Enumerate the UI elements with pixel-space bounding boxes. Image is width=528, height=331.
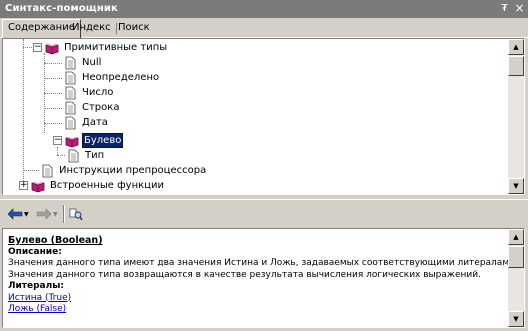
tree-node-label: Null [82,57,102,68]
tree-node-label: Строка [82,102,120,113]
toolbar-separator [63,205,65,223]
tree-node-string[interactable]: Строка [63,100,121,115]
book-open-icon [45,43,59,54]
tree-node-primitive-types[interactable]: Примитивные типы [45,40,169,55]
topic-heading: Булево (Boolean) [8,235,103,246]
contents-tree[interactable]: − Примитивные типы Null Неопределено Чис… [2,38,525,195]
window-title: Синтакс-помощник [5,3,118,14]
back-button[interactable]: ▼ [7,206,29,222]
tree-node-null[interactable]: Null [63,55,103,70]
page-icon [68,149,79,162]
tree-node-label: Встроенные функции [50,180,164,191]
page-icon [65,56,76,69]
literal-true-link[interactable]: Истина (True) [8,293,71,303]
tree-node-label: Число [82,87,114,98]
tab-contents-label: Содержание [8,22,75,33]
tree-node-date[interactable]: Дата [63,115,110,130]
tree-line [57,155,65,156]
scroll-down-button[interactable]: ▼ [508,311,524,327]
page-icon [65,86,76,99]
tab-search-label: Поиск [118,22,150,33]
tree-node-number[interactable]: Число [63,85,115,100]
tree-line [57,147,58,155]
forward-arrow-icon [36,208,52,220]
tree-viewport: − Примитивные типы Null Неопределено Чис… [3,39,509,194]
chevron-down-icon[interactable]: ▼ [53,211,58,218]
scroll-thumb[interactable] [508,246,524,268]
tree-line [44,108,62,109]
tree-node-label: Дата [82,117,108,128]
tree-line [23,170,39,171]
literal-false-link[interactable]: Ложь (False) [8,304,66,314]
description-scrollbar[interactable]: ▲ ▼ [508,229,524,327]
tree-node-builtin-functions[interactable]: Встроенные функции [31,178,166,193]
tab-index[interactable]: Индекс [67,20,117,37]
back-arrow-icon [7,208,23,220]
page-icon [65,116,76,129]
scroll-up-button[interactable]: ▲ [508,229,524,245]
collapse-toggle[interactable]: − [33,43,42,52]
tree-node-label: Тип [85,150,105,161]
close-button[interactable]: × [513,2,526,15]
find-in-tree-icon [69,208,83,221]
tree-node-label: Неопределено [82,72,160,83]
tree-node-type[interactable]: Тип [66,148,106,163]
page-icon [65,71,76,84]
page-icon [42,164,53,177]
tab-index-label: Индекс [72,22,111,33]
tree-line [44,93,62,94]
tree-node-label: Инструкции препроцессора [59,165,207,176]
tree-line [44,123,62,124]
chevron-down-icon[interactable]: ▼ [24,211,29,218]
pin-button[interactable]: ₮ [498,2,511,15]
collapse-toggle[interactable]: − [53,136,62,145]
page-icon [65,101,76,114]
tree-node-label: Примитивные типы [64,42,168,53]
tree-node-label-selected: Булево [82,133,124,148]
tab-bar: Содержание Индекс Поиск [0,18,528,38]
description-text-1: Значения данного типа имеют два значения… [8,258,518,268]
book-open-icon [31,181,45,192]
description-content: Булево (Boolean) Описание: Значения данн… [8,235,518,316]
description-panel: Булево (Boolean) Описание: Значения данн… [2,228,525,328]
scroll-thumb[interactable] [508,56,524,76]
tree-scrollbar[interactable]: ▲ ▼ [508,39,524,194]
expand-toggle[interactable]: + [19,181,28,190]
tab-search[interactable]: Поиск [113,20,155,37]
syntax-helper-window: Синтакс-помощник ₮ × Содержание Индекс П… [0,0,528,331]
title-bar[interactable]: Синтакс-помощник ₮ × [0,0,528,18]
tree-line [44,63,62,64]
literals-label: Литералы: [8,281,64,291]
forward-button[interactable]: ▼ [36,206,58,222]
description-label: Описание: [8,246,62,257]
book-open-icon [65,136,79,147]
navigation-toolbar: ▼ ▼ [0,199,528,227]
find-in-tree-button[interactable] [69,206,83,222]
description-text-2: Значения данного типа возвращаются в кач… [8,269,481,280]
scroll-up-button[interactable]: ▲ [508,39,524,55]
scroll-down-button[interactable]: ▼ [508,178,524,194]
tree-line [23,39,24,189]
tree-line [23,47,32,48]
tree-node-undefined[interactable]: Неопределено [63,70,161,85]
tree-line [44,78,62,79]
tree-node-boolean[interactable]: Булево [65,133,124,148]
tree-node-preprocessor[interactable]: Инструкции препроцессора [40,163,208,178]
